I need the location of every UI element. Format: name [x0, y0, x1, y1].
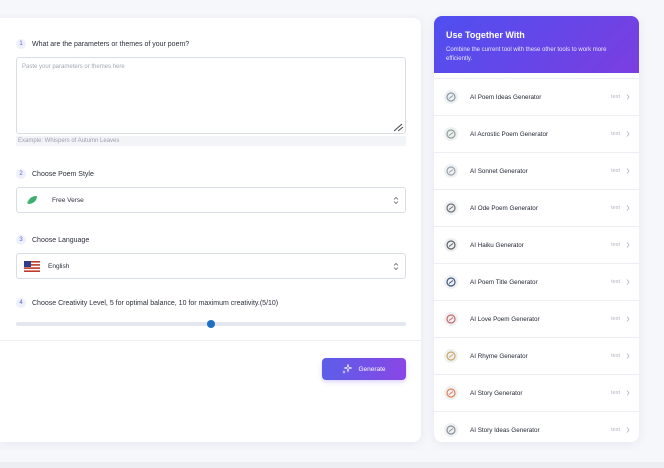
book-icon: [444, 386, 458, 400]
step-1-text: What are the parameters or themes of you…: [32, 40, 190, 48]
tool-type: text: [611, 353, 620, 359]
tool-list-item[interactable]: AI Acrostic Poem Generator text: [434, 115, 639, 152]
tool-name: AI Rhyme Generator: [470, 352, 528, 360]
tool-list-item[interactable]: AI Haiku Generator text: [434, 226, 639, 263]
swirl-icon: [444, 164, 458, 178]
tool-list-item[interactable]: AI Ode Poem Generator text: [434, 189, 639, 226]
tool-list-item[interactable]: AI Poem Title Generator text: [434, 263, 639, 300]
example-hint: Example: Whispers of Autumn Leaves: [16, 136, 406, 146]
generate-button[interactable]: Generate: [322, 358, 406, 380]
chevron-right-icon: [626, 390, 630, 396]
resize-handle-icon[interactable]: [393, 123, 404, 132]
chevron-right-icon: [626, 353, 630, 359]
step-4-label: 4 Choose Creativity Level, 5 for optimal…: [16, 298, 278, 308]
chevron-right-icon: [626, 94, 630, 100]
bottom-edge: [0, 462, 664, 468]
quill-ink-icon: [444, 275, 458, 289]
tool-type: text: [611, 316, 620, 322]
tool-type: text: [611, 390, 620, 396]
tool-list-item[interactable]: AI Rhyme Generator text: [434, 337, 639, 374]
tool-name: AI Poem Ideas Generator: [470, 93, 542, 101]
step-1-label: 1 What are the parameters or themes of y…: [16, 39, 189, 49]
language-value: English: [48, 262, 70, 270]
tool-name: AI Poem Title Generator: [470, 278, 538, 286]
tool-type: text: [611, 242, 620, 248]
chevron-right-icon: [626, 205, 630, 211]
tool-name: AI Story Ideas Generator: [470, 426, 540, 434]
form-divider: [0, 340, 421, 341]
quill-icon: [444, 201, 458, 215]
tool-type: text: [611, 279, 620, 285]
generate-label: Generate: [358, 365, 386, 373]
sparkle-icon: [342, 364, 353, 374]
themes-input[interactable]: [16, 57, 406, 134]
leaf-icon: [26, 195, 38, 205]
use-together-title: Use Together With: [446, 30, 525, 40]
step-4-text: Choose Creativity Level, 5 for optimal b…: [32, 299, 279, 307]
tool-name: AI Story Generator: [470, 389, 523, 397]
step-2-text: Choose Poem Style: [32, 170, 94, 178]
step-2-label: 2 Choose Poem Style: [16, 169, 94, 179]
step-2-number: 2: [16, 169, 26, 179]
tool-name: AI Sonnet Generator: [470, 167, 528, 175]
step-1-number: 1: [16, 39, 26, 49]
tool-name: AI Ode Poem Generator: [470, 204, 538, 212]
chevron-right-icon: [626, 131, 630, 137]
creativity-slider-thumb[interactable]: [207, 320, 215, 328]
tool-name: AI Acrostic Poem Generator: [470, 130, 549, 138]
tool-type: text: [611, 205, 620, 211]
heart-icon: [444, 312, 458, 326]
scroll-icon: [444, 349, 458, 363]
chevron-right-icon: [626, 168, 630, 174]
step-3-text: Choose Language: [32, 236, 90, 244]
poem-style-select[interactable]: Free Verse: [16, 187, 406, 213]
feather-icon: [444, 127, 458, 141]
book-stack-icon: [444, 423, 458, 437]
creativity-slider[interactable]: [16, 320, 406, 328]
step-3-number: 3: [16, 235, 26, 245]
chevron-right-icon: [626, 316, 630, 322]
tool-name: AI Love Poem Generator: [470, 315, 540, 323]
chevron-right-icon: [626, 427, 630, 433]
us-flag-icon: [24, 260, 40, 272]
tool-list-item[interactable]: AI Poem Ideas Generator text: [434, 78, 639, 115]
use-together-header: Use Together With Combine the current to…: [434, 16, 639, 73]
use-together-description: Combine the current tool with these othe…: [446, 47, 607, 62]
select-arrows-icon: [393, 196, 399, 205]
swirl-icon: [444, 90, 458, 104]
chevron-right-icon: [626, 279, 630, 285]
use-together-card: Use Together With Combine the current to…: [434, 16, 639, 442]
language-select[interactable]: English: [16, 253, 406, 279]
tool-type: text: [611, 131, 620, 137]
step-3-label: 3 Choose Language: [16, 235, 89, 245]
poem-style-value: Free Verse: [52, 196, 84, 204]
tool-list-item[interactable]: AI Love Poem Generator text: [434, 300, 639, 337]
tool-type: text: [611, 427, 620, 433]
step-4-number: 4: [16, 298, 26, 308]
tool-type: text: [611, 168, 620, 174]
select-arrows-icon: [393, 262, 399, 271]
tool-name: AI Haiku Generator: [470, 241, 524, 249]
character-icon: [444, 238, 458, 252]
tool-list-item[interactable]: AI Sonnet Generator text: [434, 152, 639, 189]
tool-type: text: [611, 94, 620, 100]
tool-list-item[interactable]: AI Story Ideas Generator text: [434, 411, 639, 442]
tool-list-item[interactable]: AI Story Generator text: [434, 374, 639, 411]
chevron-right-icon: [626, 242, 630, 248]
